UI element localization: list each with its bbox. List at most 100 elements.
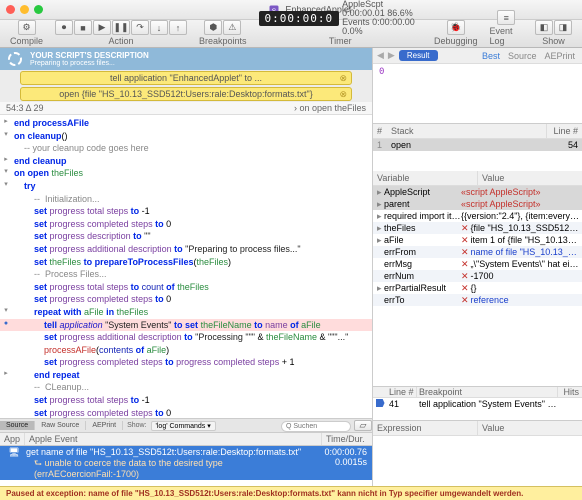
tab-raw-source[interactable]: Raw Source — [35, 421, 86, 430]
code-line[interactable]: ▾ try — [0, 180, 372, 193]
code-line[interactable]: ▸end cleanup — [0, 155, 372, 168]
step-into-button[interactable]: ↓ — [150, 20, 168, 35]
event-row[interactable]: 🖥 get name of file "HS_10.13_SSD512t:Use… — [0, 446, 372, 480]
code-line[interactable]: ▾ repeat with aFile in theFiles — [0, 306, 372, 319]
toolbar: ⚙Compile ⏺ ■ ▶ ❚❚ ↷ ↓ ↑ Action ⬢ ⚠ Break… — [0, 20, 582, 48]
stack-header: # Stack Line # — [373, 124, 582, 139]
code-line[interactable]: ● tell application "System Events" to se… — [0, 319, 372, 332]
event-log-header: App Apple Event Time/Dur. — [0, 432, 372, 446]
nav-fwd-icon[interactable]: ▶ — [388, 50, 395, 61]
show-dropdown[interactable]: 'log' Commands ▾ — [151, 421, 216, 431]
code-line[interactable]: set progress completed steps to 0 — [0, 218, 372, 231]
code-line[interactable]: ▾on cleanup() — [0, 130, 372, 143]
breakpoints-toggle[interactable]: ⬢ — [204, 20, 222, 35]
show-right-button[interactable]: ◨ — [554, 20, 572, 35]
description-title: YOUR SCRIPT'S DESCRIPTION — [30, 51, 149, 60]
code-line[interactable]: set progress total steps to count of the… — [0, 281, 372, 294]
call-pill[interactable]: open {file "HS_10.13_SSD512t:Users:rale:… — [20, 87, 352, 101]
panel-toggle-button[interactable]: ▱ — [354, 420, 372, 431]
stop-button[interactable]: ■ — [74, 20, 92, 35]
result-button[interactable]: Result — [399, 50, 438, 61]
handler-name[interactable]: on open theFiles — [299, 103, 366, 113]
pause-button[interactable]: ❚❚ — [112, 20, 130, 35]
breakpoint-flag-icon[interactable] — [376, 399, 385, 407]
code-line[interactable]: set progress additional description to "… — [0, 331, 372, 344]
variable-row[interactable]: ▸aFile✕item 1 of {file "HS_10.13_SSD512t… — [373, 234, 582, 246]
variable-row[interactable]: errTo✕reference — [373, 294, 582, 306]
code-line[interactable]: ▸ end repeat — [0, 369, 372, 382]
code-line[interactable]: set progress completed steps to 0 — [0, 407, 372, 418]
variable-row[interactable]: ▸parent«script AppleScript» — [373, 198, 582, 210]
variable-row[interactable]: ▸theFiles✕{file "HS_10.13_SSD512t:Users:… — [373, 222, 582, 234]
code-line[interactable]: set progress total steps to -1 — [0, 394, 372, 407]
variables-body[interactable]: ▸AppleScript«script AppleScript»▸parent«… — [373, 186, 582, 386]
breakpoints-body[interactable]: 41 tell application "System Events" to s… — [373, 398, 582, 420]
variable-row[interactable]: errNum✕-1700 — [373, 270, 582, 282]
zoom-icon[interactable] — [34, 5, 43, 14]
code-line[interactable]: -- your cleanup code goes here — [0, 142, 372, 155]
toolbar-label: Compile — [10, 36, 43, 46]
tab-source[interactable]: Source — [508, 51, 537, 61]
expressions-header: Expression Value — [373, 420, 582, 436]
close-icon[interactable]: ⊗ — [339, 73, 347, 84]
debugging-button[interactable]: 🐞 — [447, 20, 465, 35]
code-line[interactable]: ▸end processAFile — [0, 117, 372, 130]
tab-best[interactable]: Best — [482, 51, 500, 61]
close-icon[interactable] — [6, 5, 15, 14]
toolbar-label: Debugging — [434, 36, 478, 46]
call-pill[interactable]: tell application "EnhancedApplet" to ...… — [20, 71, 352, 85]
description-bar: YOUR SCRIPT'S DESCRIPTION Preparing to p… — [0, 48, 372, 70]
timer-display: 0:00:00:0 — [259, 11, 340, 26]
step-out-button[interactable]: ↑ — [169, 20, 187, 35]
expressions-body[interactable] — [373, 436, 582, 486]
record-button[interactable]: ⏺ — [55, 20, 73, 35]
show-label: Show: — [123, 422, 150, 429]
progress-spinner-icon — [6, 50, 24, 68]
cursor-location: 54:3 Δ 29 — [6, 103, 44, 113]
code-line[interactable]: set progress total steps to -1 — [0, 205, 372, 218]
code-editor[interactable]: ▸end processAFile▾on cleanup() -- your c… — [0, 115, 372, 418]
stack-frame[interactable]: 1 open 54 — [373, 139, 582, 151]
traffic-lights[interactable] — [6, 5, 43, 14]
result-header: ◀ ▶ Result Best Source AEPrint — [373, 48, 582, 64]
search-input[interactable] — [281, 421, 351, 432]
code-line[interactable]: -- Process Files... — [0, 268, 372, 281]
nav-back-icon[interactable]: ◀ — [377, 50, 384, 61]
breakpoints-header: Line # Breakpoint Hits — [373, 386, 582, 398]
compile-button[interactable]: ⚙ — [18, 20, 36, 35]
stack-body[interactable]: 1 open 54 — [373, 139, 582, 171]
code-line[interactable]: -- CLeanup... — [0, 381, 372, 394]
minimize-icon[interactable] — [20, 5, 29, 14]
code-line[interactable]: set progress description to "" — [0, 230, 372, 243]
show-left-button[interactable]: ◧ — [535, 20, 553, 35]
step-over-button[interactable]: ↷ — [131, 20, 149, 35]
code-line[interactable]: processAFile(contents of aFile) — [0, 344, 372, 357]
variable-row[interactable]: ▸required import items{{version:"2.4"}, … — [373, 210, 582, 222]
location-bar: 54:3 Δ 29 › on open theFiles — [0, 102, 372, 115]
toolbar-label: Show — [542, 36, 565, 46]
tab-aeprint[interactable]: AEPrint — [86, 421, 123, 430]
run-button[interactable]: ▶ — [93, 20, 111, 35]
toolbar-label: Action — [109, 36, 134, 46]
breakpoint-row[interactable]: 41 tell application "System Events" to s… — [373, 398, 582, 410]
toolbar-label: Event Log — [490, 26, 524, 46]
variable-row[interactable]: errMsg✕„\"System Events\" hat einen Fehl… — [373, 258, 582, 270]
variable-row[interactable]: errFrom✕name of file "HS_10.13_SSD512t:U… — [373, 246, 582, 258]
system-events-icon: 🖥 — [8, 447, 19, 457]
code-line[interactable]: set progress completed steps to 0 — [0, 293, 372, 306]
close-icon[interactable]: ⊗ — [339, 89, 347, 100]
tab-source[interactable]: Source — [0, 421, 35, 430]
event-log-body[interactable]: 🖥 get name of file "HS_10.13_SSD512t:Use… — [0, 446, 372, 486]
timer-stats: AppleScpt 0:00:00.01 86.6%Events 0:00:00… — [342, 0, 422, 36]
code-line[interactable]: set progress additional description to "… — [0, 243, 372, 256]
code-line[interactable]: set progress completed steps to progress… — [0, 356, 372, 369]
breakpoint-exc-button[interactable]: ⚠ — [223, 20, 241, 35]
variable-row[interactable]: ▸errPartialResult✕{} — [373, 282, 582, 294]
event-log-button[interactable]: ≡ — [497, 10, 515, 25]
tab-aeprint[interactable]: AEPrint — [544, 51, 575, 61]
code-line[interactable]: ▾on open theFiles — [0, 167, 372, 180]
code-line[interactable]: set theFiles to prepareToProcessFiles(th… — [0, 256, 372, 269]
code-line[interactable]: -- Initialization... — [0, 193, 372, 206]
variable-row[interactable]: ▸AppleScript«script AppleScript» — [373, 186, 582, 198]
status-bar: Paused at exception: name of file "HS_10… — [0, 486, 582, 500]
